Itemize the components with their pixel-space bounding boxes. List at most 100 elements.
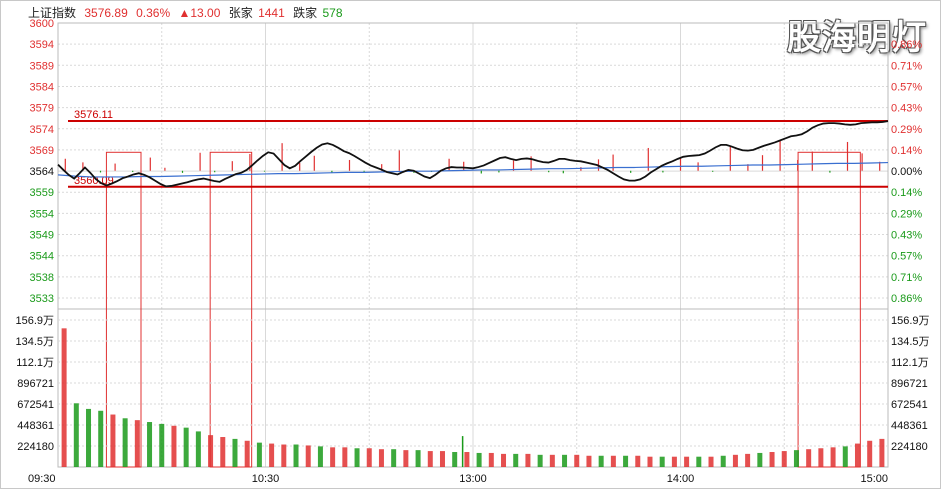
vol-tick-label-right: 112.1万	[891, 357, 929, 369]
y-percent-label: 0.29%	[891, 124, 922, 136]
volume-bar	[244, 440, 250, 467]
volume-bar	[439, 451, 445, 467]
volume-bar	[317, 446, 323, 467]
volume-bar	[769, 452, 775, 467]
y-percent-label: 0.43%	[891, 103, 922, 115]
x-tick-label: 15:00	[860, 473, 888, 485]
y-tick-label: 3538	[30, 272, 54, 284]
volume-bar	[73, 403, 79, 467]
y-tick-label: 3544	[30, 251, 54, 263]
y-tick-label: 3559	[30, 187, 54, 199]
volume-bar	[122, 418, 128, 467]
volume-bar	[488, 452, 494, 467]
volume-bar	[354, 448, 360, 467]
volume-bar	[86, 408, 92, 467]
vol-tick-label: 672541	[17, 399, 54, 411]
vol-tick-label: 134.5万	[15, 336, 54, 348]
y-percent-label: 0.14%	[891, 145, 922, 157]
volume-bar	[879, 438, 885, 467]
y-tick-label: 3549	[30, 230, 54, 242]
vol-tick-label-right: 896721	[891, 378, 928, 390]
volume-bar	[671, 456, 677, 467]
vol-tick-label-right: 134.5万	[891, 336, 930, 348]
volume-bar	[830, 447, 836, 467]
y-percent-label: 0.57%	[891, 251, 922, 263]
volume-bar	[598, 455, 604, 467]
vol-tick-label-right: 156.9万	[891, 315, 930, 327]
volume-bar	[98, 410, 104, 467]
volume-bar	[269, 443, 275, 467]
y-percent-label: 0.71%	[891, 272, 922, 284]
volume-bar	[745, 453, 751, 467]
volume-bar	[562, 454, 568, 467]
volume-bar	[427, 451, 433, 467]
x-tick-label: 14:00	[667, 473, 695, 485]
intraday-chart: 3600 3594 3589 3584 3579 3574 3569 3564 3559 3554…	[15, 18, 930, 485]
volume-bar	[623, 455, 629, 467]
volume-bar	[415, 450, 421, 467]
volume-bar	[732, 454, 738, 467]
volume-bar	[220, 437, 226, 467]
volume-bar	[537, 454, 543, 467]
y-percent-label: 0.71%	[891, 60, 922, 72]
volume-bar	[452, 452, 458, 467]
vol-tick-label-right: 224180	[891, 441, 928, 453]
volume-bar	[781, 451, 787, 467]
vol-tick-label: 448361	[17, 420, 54, 432]
vol-tick-label: 224180	[17, 441, 54, 453]
y-tick-label: 3589	[30, 60, 54, 72]
volume-bar	[842, 446, 848, 467]
y-tick-label: 3533	[30, 293, 54, 305]
volume-bar	[208, 435, 214, 467]
volume-bar	[708, 456, 714, 467]
volume-bar	[696, 456, 702, 467]
volume-bar	[403, 450, 409, 467]
volume-bar	[610, 455, 616, 467]
vol-tick-label: 896721	[17, 378, 54, 390]
volume-bar	[305, 445, 311, 467]
y-percent-label: 0.43%	[891, 230, 922, 242]
vol-tick-label: 156.9万	[15, 315, 54, 327]
volume-bar	[147, 422, 153, 467]
y-tick-label: 3564	[30, 166, 54, 178]
vol-tick-label-right: 448361	[891, 420, 928, 432]
x-tick-label: 13:00	[459, 473, 487, 485]
volume-bar	[501, 453, 507, 467]
x-tick-label: 10:30	[252, 473, 280, 485]
y-tick-label: 3574	[30, 124, 54, 136]
volume-bar	[757, 452, 763, 467]
volume-bar	[854, 443, 860, 467]
volume-bar	[647, 456, 653, 467]
volume-bar	[391, 449, 397, 467]
volume-bar	[659, 456, 665, 467]
volume-bar	[513, 453, 519, 467]
volume-bar	[586, 455, 592, 467]
y-percent-label: 0.00%	[891, 166, 922, 178]
highlight-box	[209, 151, 253, 468]
volume-bar	[867, 440, 873, 467]
y-percent-label: 0.57%	[891, 81, 922, 93]
y-tick-label: 3600	[30, 18, 54, 30]
y-tick-label: 3554	[30, 208, 54, 220]
volume-bar	[293, 444, 299, 467]
volume-bar	[476, 452, 482, 467]
volume-bar	[232, 438, 238, 467]
volume-bar	[159, 423, 165, 467]
y-percent-label: 0.14%	[891, 187, 922, 199]
volume-bar	[110, 414, 116, 467]
y-percent-label: 0.86%	[891, 293, 922, 305]
y-percent-label: 0.86%	[891, 39, 922, 51]
volume-bar	[195, 431, 201, 467]
volume-bar	[806, 449, 812, 467]
y-tick-label: 3579	[30, 103, 54, 115]
volume-bar	[635, 455, 641, 467]
volume-bar	[464, 452, 470, 467]
volume-bar	[684, 456, 690, 467]
y-tick-label: 3594	[30, 39, 54, 51]
vol-tick-label: 112.1万	[16, 357, 54, 369]
y-tick-label: 3569	[30, 145, 54, 157]
ref-label: 3576.11	[74, 109, 113, 121]
volume-bar	[281, 444, 287, 467]
volume-bar	[378, 449, 384, 467]
volume-bar	[525, 453, 531, 467]
